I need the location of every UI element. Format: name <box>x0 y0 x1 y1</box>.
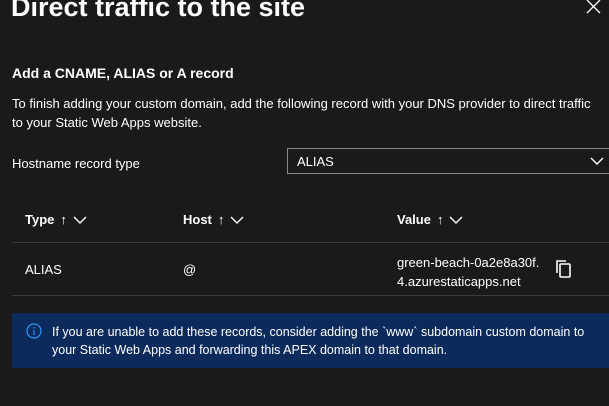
info-message-bar: If you are unable to add these records, … <box>12 313 609 368</box>
chevron-down-icon <box>449 216 463 224</box>
sort-ascending-icon: ↑ <box>217 212 225 227</box>
chevron-down-icon <box>590 157 604 165</box>
sort-ascending-icon: ↑ <box>60 212 67 227</box>
section-title: Add a CNAME, ALIAS or A record <box>12 65 234 81</box>
sort-ascending-icon: ↑ <box>436 212 444 227</box>
cell-type: ALIAS <box>25 262 62 277</box>
table-header-divider <box>12 242 609 243</box>
chevron-down-icon <box>230 216 244 224</box>
close-icon <box>586 0 601 14</box>
panel-title: Direct traffic to the site <box>11 0 306 22</box>
direct-traffic-panel: Direct traffic to the site Add a CNAME, … <box>0 0 609 406</box>
cell-host: @ <box>183 262 197 277</box>
column-header-host-label: Host <box>183 212 212 227</box>
dropdown-selected-value: ALIAS <box>297 154 334 169</box>
copy-icon <box>556 260 571 278</box>
close-button[interactable] <box>583 0 603 16</box>
info-icon <box>26 323 42 339</box>
column-header-value[interactable]: Value ↑ <box>397 210 463 230</box>
chevron-down-icon <box>73 216 87 224</box>
copy-button[interactable] <box>555 259 573 279</box>
table-row-divider <box>12 295 609 296</box>
column-header-type-label: Type <box>25 212 55 227</box>
hostname-record-type-label: Hostname record type <box>12 156 140 171</box>
hostname-record-type-dropdown[interactable]: ALIAS <box>287 148 609 174</box>
cell-value: green-beach-0a2e8a30f.4.azurestaticapps.… <box>397 255 540 289</box>
column-header-value-label: Value <box>397 212 431 227</box>
column-header-host[interactable]: Host ↑ <box>183 210 244 230</box>
column-header-type[interactable]: Type ↑ <box>25 210 87 230</box>
info-message-text: If you are unable to add these records, … <box>52 325 585 357</box>
section-description: To finish adding your custom domain, add… <box>12 96 591 130</box>
